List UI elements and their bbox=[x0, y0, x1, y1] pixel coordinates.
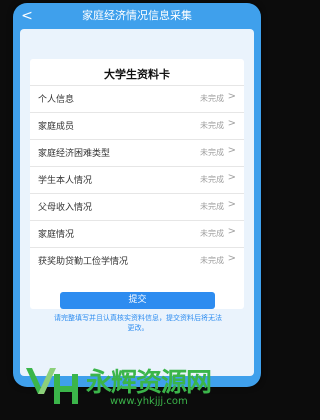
row-status: 未完成 bbox=[200, 175, 224, 184]
row-status: 未完成 bbox=[200, 94, 224, 103]
info-card: 大学生资料卡 个人信息 未完成 > 家庭成员 未完成 > 家庭经济困难类型 未完… bbox=[30, 59, 244, 309]
row-status: 未完成 bbox=[200, 121, 224, 130]
row-label: 家庭经济困难类型 bbox=[38, 149, 111, 159]
app-header: < 家庭经济情况信息采集 bbox=[13, 3, 261, 29]
chevron-right-icon: > bbox=[227, 199, 236, 210]
chevron-right-icon: > bbox=[227, 226, 236, 237]
watermark-url: www.yhkjjj.com bbox=[110, 396, 188, 407]
row-label: 父母收入情况 bbox=[38, 203, 93, 213]
row-personal-info[interactable]: 个人信息 未完成 > bbox=[30, 85, 244, 112]
row-label: 个人信息 bbox=[38, 95, 75, 105]
row-family-situation[interactable]: 家庭情况 未完成 > bbox=[30, 220, 244, 247]
row-label: 获奖助贷勤工俭学情况 bbox=[38, 257, 129, 267]
row-label: 学生本人情况 bbox=[38, 176, 93, 186]
row-status: 未完成 bbox=[200, 229, 224, 238]
watermark-logo-icon bbox=[26, 368, 78, 404]
row-status: 未完成 bbox=[200, 256, 224, 265]
row-label: 家庭成员 bbox=[38, 122, 75, 132]
row-status: 未完成 bbox=[200, 202, 224, 211]
card-title: 大学生资料卡 bbox=[104, 68, 170, 81]
row-label: 家庭情况 bbox=[38, 230, 75, 240]
page-title: 家庭经济情况信息采集 bbox=[82, 9, 192, 22]
row-status: 未完成 bbox=[200, 148, 224, 157]
phone-frame: < 家庭经济情况信息采集 大学生资料卡 个人信息 未完成 > 家庭成员 未完成 … bbox=[13, 3, 261, 387]
chevron-right-icon: > bbox=[227, 172, 236, 183]
watermark-brand: 永辉资源网 bbox=[86, 368, 212, 398]
row-student-situation[interactable]: 学生本人情况 未完成 > bbox=[30, 166, 244, 193]
screen: 大学生资料卡 个人信息 未完成 > 家庭成员 未完成 > 家庭经济困难类型 未完… bbox=[20, 29, 254, 376]
chevron-right-icon: > bbox=[227, 91, 236, 102]
submit-notice: 请完整填写并且认真核实资料信息，提交资料后将无法更改。 bbox=[54, 314, 222, 332]
row-economic-difficulty-type[interactable]: 家庭经济困难类型 未完成 > bbox=[30, 139, 244, 166]
chevron-right-icon: > bbox=[227, 253, 236, 264]
submit-button[interactable]: 提交 bbox=[60, 292, 215, 309]
chevron-right-icon: > bbox=[227, 145, 236, 156]
chevron-right-icon: > bbox=[227, 118, 236, 129]
row-family-members[interactable]: 家庭成员 未完成 > bbox=[30, 112, 244, 139]
row-parent-income[interactable]: 父母收入情况 未完成 > bbox=[30, 193, 244, 220]
row-awards-work-study[interactable]: 获奖助贷勤工俭学情况 未完成 > bbox=[30, 247, 244, 274]
